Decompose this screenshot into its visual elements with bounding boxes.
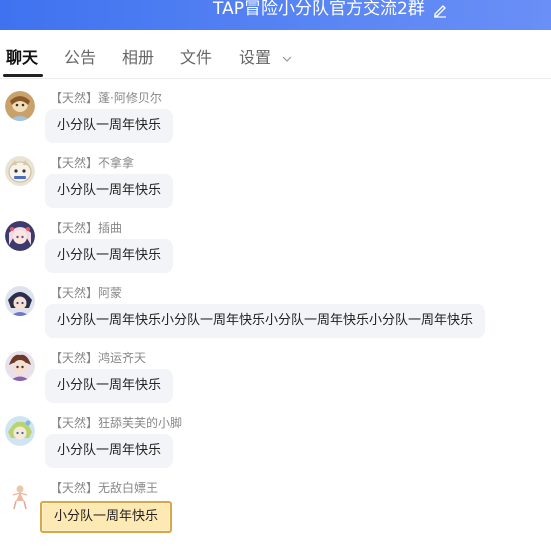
chat-message: 【天然】阿蒙 小分队一周年快乐小分队一周年快乐小分队一周年快乐小分队一周年快乐 bbox=[0, 286, 551, 350]
edit-icon[interactable] bbox=[432, 2, 448, 18]
sender-name[interactable]: 【天然】不拿拿 bbox=[50, 156, 134, 170]
avatar[interactable] bbox=[5, 286, 35, 316]
chat-message: 【天然】不拿拿 小分队一周年快乐 bbox=[0, 156, 551, 220]
sender-name[interactable]: 【天然】插曲 bbox=[50, 221, 122, 235]
title-bar: TAP冒险小分队官方交流2群 bbox=[0, 0, 551, 30]
avatar[interactable] bbox=[5, 91, 35, 121]
message-bubble[interactable]: 小分队一周年快乐 bbox=[45, 434, 174, 468]
chat-message: 【天然】鸿运齐天 小分队一周年快乐 bbox=[0, 351, 551, 415]
sender-name[interactable]: 【天然】鸿运齐天 bbox=[50, 351, 146, 365]
avatar[interactable] bbox=[5, 481, 35, 511]
message-bubble[interactable]: 小分队一周年快乐 bbox=[45, 174, 174, 208]
chevron-down-icon bbox=[282, 56, 292, 62]
tab-bar: 聊天 公告 相册 文件 设置 bbox=[0, 30, 551, 79]
message-bubble[interactable]: 小分队一周年快乐 bbox=[45, 109, 174, 143]
group-title: TAP冒险小分队官方交流2群 bbox=[213, 0, 425, 19]
avatar[interactable] bbox=[5, 221, 35, 251]
avatar[interactable] bbox=[5, 416, 35, 446]
chat-message: 【天然】蓬·阿修贝尔 小分队一周年快乐 bbox=[0, 91, 551, 155]
chat-message: 【天然】无敌白嫖王 小分队一周年快乐 bbox=[0, 481, 551, 545]
tab-album[interactable]: 相册 bbox=[122, 48, 154, 72]
chat-message: 【天然】插曲 小分队一周年快乐 bbox=[0, 221, 551, 285]
sender-name[interactable]: 【天然】蓬·阿修贝尔 bbox=[50, 91, 162, 105]
avatar[interactable] bbox=[5, 156, 35, 186]
tab-files[interactable]: 文件 bbox=[180, 48, 212, 72]
tab-announcement[interactable]: 公告 bbox=[64, 48, 96, 72]
avatar[interactable] bbox=[5, 351, 35, 381]
active-tab-indicator bbox=[3, 74, 43, 77]
tab-chat[interactable]: 聊天 bbox=[6, 48, 38, 72]
message-bubble[interactable]: 小分队一周年快乐 bbox=[45, 239, 174, 273]
tab-settings[interactable]: 设置 bbox=[239, 48, 292, 72]
sender-name[interactable]: 【天然】狂舔芙芙的小脚 bbox=[50, 416, 182, 430]
message-bubble[interactable]: 小分队一周年快乐 bbox=[45, 369, 174, 403]
sender-name[interactable]: 【天然】无敌白嫖王 bbox=[50, 481, 158, 495]
message-bubble[interactable]: 小分队一周年快乐小分队一周年快乐小分队一周年快乐小分队一周年快乐 bbox=[45, 304, 486, 338]
chat-message: 【天然】狂舔芙芙的小脚 小分队一周年快乐 bbox=[0, 416, 551, 480]
tab-settings-label: 设置 bbox=[239, 48, 272, 67]
message-bubble-special[interactable]: 小分队一周年快乐 bbox=[40, 501, 173, 533]
sender-name[interactable]: 【天然】阿蒙 bbox=[50, 286, 122, 300]
